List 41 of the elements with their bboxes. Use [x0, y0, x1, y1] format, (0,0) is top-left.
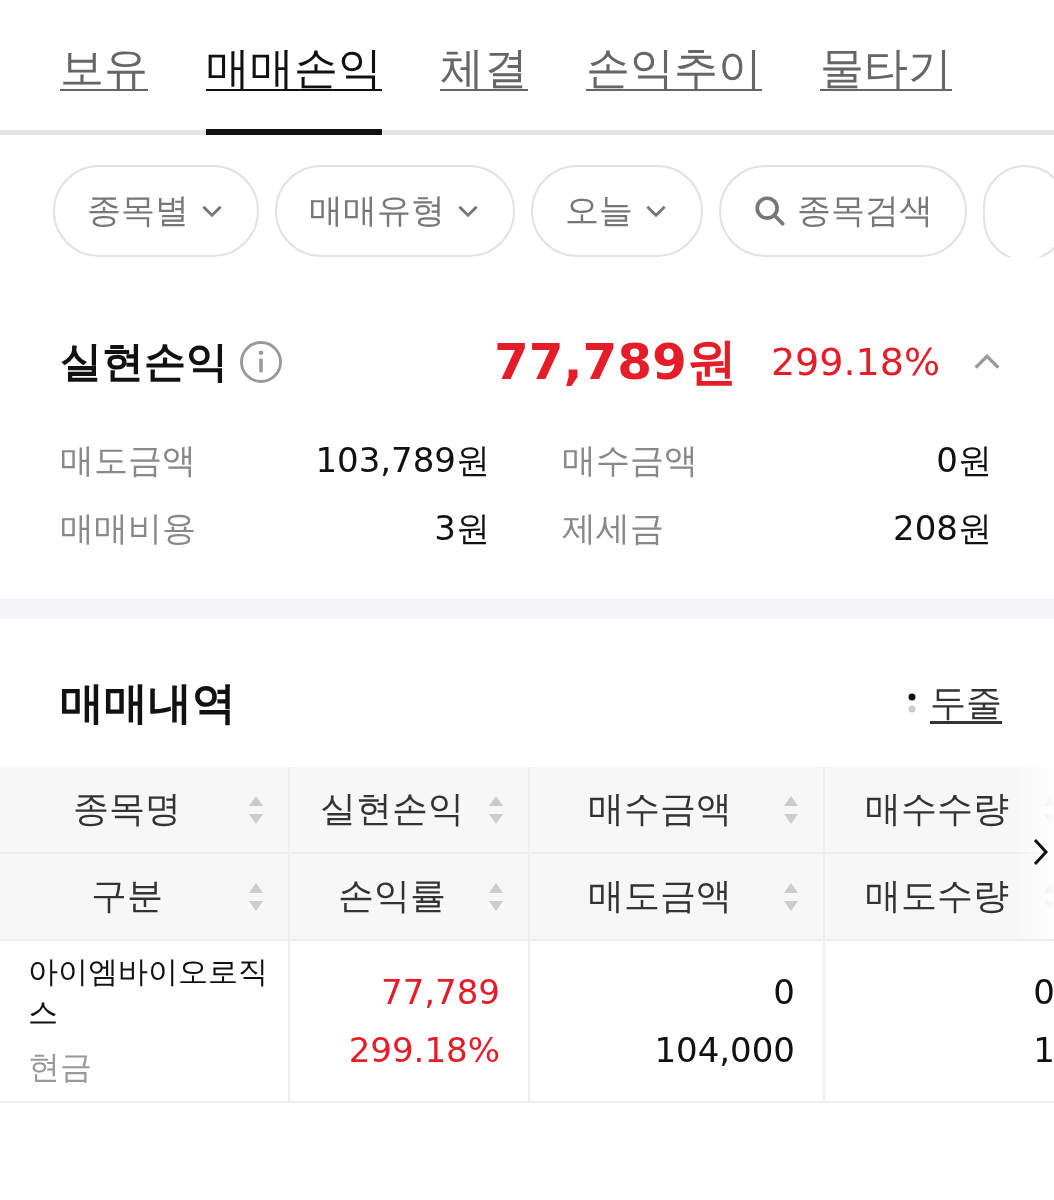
tab[interactable]: 보유	[60, 0, 148, 135]
info-icon[interactable]	[238, 339, 284, 385]
filter-chip[interactable]: 종목별	[53, 165, 259, 257]
detail-label: 제세금	[562, 507, 664, 550]
tab[interactable]: 체결	[440, 0, 528, 135]
dots-icon	[908, 692, 916, 714]
column-header[interactable]: 구분	[0, 854, 288, 941]
column-header[interactable]: 매도수량	[825, 854, 1054, 941]
tab[interactable]: 물타기	[820, 0, 952, 135]
search-icon	[753, 194, 787, 228]
table-cell-text: 77,789	[380, 972, 500, 1012]
filter-chip[interactable]: 오늘	[531, 165, 703, 257]
detail-value: 103,789원	[315, 439, 490, 482]
table-cell-text: 1	[1032, 1030, 1054, 1070]
table-cell-text: 0	[772, 972, 795, 1012]
profit-rate: 299.18%	[770, 340, 940, 384]
tab[interactable]: 손익추이	[586, 0, 762, 135]
column-header[interactable]: 종목명	[0, 767, 288, 854]
table-cell-text: 299.18%	[347, 1030, 500, 1070]
profit-amount: 77,789원	[493, 331, 737, 393]
detail-value: 0원	[936, 439, 992, 482]
table-cell-text: 104,000	[653, 1030, 795, 1070]
section-title: 매매내역	[60, 675, 237, 730]
table-cell-text: 0	[1032, 972, 1054, 1012]
detail-label: 매도금액	[60, 439, 196, 482]
column-header[interactable]: 매수금액	[530, 767, 823, 854]
column-header[interactable]: 매도금액	[530, 854, 823, 941]
detail-label: 매매비용	[60, 507, 196, 550]
tab[interactable]: 매매손익	[206, 0, 382, 135]
section-title: 실현손익	[60, 336, 228, 388]
column-header[interactable]: 매수수량	[825, 767, 1054, 854]
filter-chip[interactable]: 종목검색	[719, 165, 967, 257]
detail-label: 매수금액	[562, 439, 698, 482]
column-header[interactable]: 손익률	[290, 854, 528, 941]
view-toggle-link[interactable]: 두줄	[930, 678, 1002, 728]
filter-chip[interactable]: 매매유형	[275, 165, 515, 257]
table-cell-text: 현금	[28, 1047, 93, 1088]
column-header[interactable]: 실현손익	[290, 767, 528, 854]
table-cell-text: 아이엠바이오로직스	[28, 953, 269, 1032]
detail-value: 3원	[434, 507, 490, 550]
detail-value: 208원	[893, 507, 992, 550]
